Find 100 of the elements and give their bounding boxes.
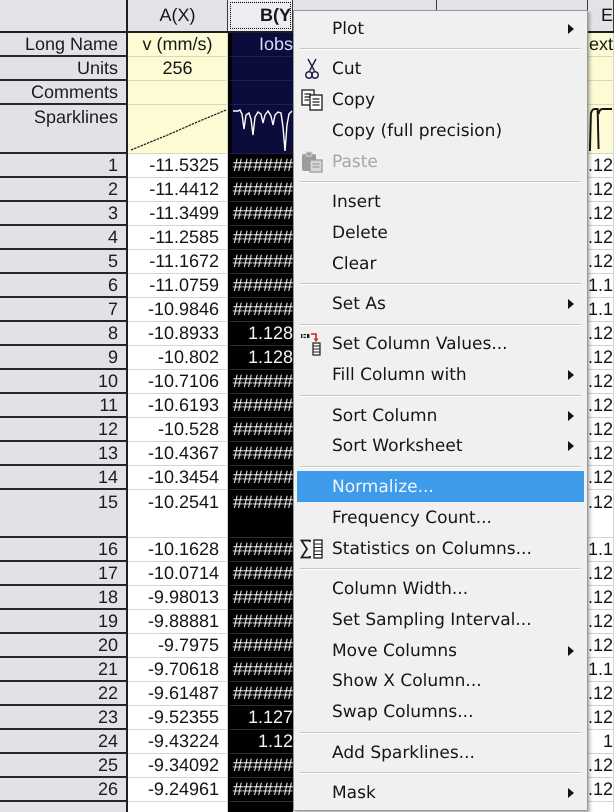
row-number: 2 — [0, 178, 128, 202]
table-cell: -11.0759 — [128, 274, 228, 298]
menu-item[interactable]: Show X Column... — [297, 666, 584, 697]
scissors-icon — [304, 58, 320, 80]
row-number: 5 — [0, 250, 128, 274]
clipboard-icon — [301, 150, 323, 173]
table-cell: .12 — [588, 346, 614, 370]
row-number: 23 — [0, 706, 128, 730]
table-cell: v (mm/s) — [128, 33, 228, 57]
table-cell: 256 — [128, 57, 228, 81]
menu-item[interactable]: Clear — [297, 248, 584, 280]
menu-item[interactable]: Plot — [297, 13, 584, 44]
copy-icon — [301, 89, 323, 111]
menu-item[interactable]: Add Sparklines... — [297, 737, 584, 768]
table-cell: -9.7975 — [128, 634, 228, 658]
table-cell: 1.12 — [228, 730, 293, 754]
row-number: 3 — [0, 202, 128, 226]
menu-item[interactable]: Delete — [297, 218, 584, 248]
table-cell: ###### — [228, 370, 293, 394]
table-cell: .12 — [588, 754, 614, 778]
table-cell: -11.1672 — [128, 250, 228, 274]
row-number: 7 — [0, 298, 128, 322]
table-cell: 1.1 — [588, 658, 614, 682]
table-cell: .12 — [588, 466, 614, 490]
table-cell: -9.61487 — [128, 682, 228, 706]
column-header[interactable]: B(Y — [228, 0, 293, 31]
table-cell: ###### — [228, 754, 293, 778]
table-cell: -9.24961 — [128, 778, 228, 802]
menu-item[interactable]: Frequency Count... — [297, 502, 584, 534]
table-cell: ###### — [228, 154, 293, 178]
table-cell: .12 — [588, 442, 614, 466]
table-cell: ###### — [228, 562, 293, 586]
menu-item[interactable]: Swap Columns... — [297, 696, 584, 728]
table-cell: .12 — [588, 490, 614, 538]
row-number: 20 — [0, 634, 128, 658]
table-cell: 1.128 — [228, 346, 293, 370]
menu-item[interactable]: Cut — [297, 54, 584, 85]
table-cell: -10.4367 — [128, 442, 228, 466]
menu-item[interactable]: Sort Worksheet — [297, 431, 584, 462]
table-cell: ###### — [228, 610, 293, 634]
menu-item[interactable]: Statistics on Columns... — [297, 533, 584, 564]
row-number: 10 — [0, 370, 128, 394]
table-cell: 1.127 — [228, 706, 293, 730]
table-cell: 1.1 — [588, 538, 614, 562]
table-cell: -9.52355 — [128, 706, 228, 730]
row-number: 25 — [0, 754, 128, 778]
table-cell: .12 — [588, 562, 614, 586]
table-cell: .12 — [588, 682, 614, 706]
row-label: Comments — [0, 81, 128, 105]
row-number: 19 — [0, 610, 128, 634]
row-number: 1 — [0, 154, 128, 178]
row-number: 16 — [0, 538, 128, 562]
table-cell: -10.1628 — [128, 538, 228, 562]
table-cell: ###### — [228, 634, 293, 658]
sigma-column-icon — [300, 538, 324, 559]
menu-item[interactable]: Set Column Values... — [297, 328, 584, 360]
table-cell: 1.1 — [588, 274, 614, 298]
menu-item[interactable]: Mask — [297, 778, 584, 808]
table-cell: -9.70618 — [128, 658, 228, 682]
row-number: 15 — [0, 490, 128, 538]
row-number: 17 — [0, 562, 128, 586]
table-cell: -11.2585 — [128, 226, 228, 250]
row-number: 9 — [0, 346, 128, 370]
table-cell: ext — [588, 33, 614, 57]
table-cell — [228, 57, 293, 81]
row-number: 12 — [0, 418, 128, 442]
table-cell: .12 — [588, 370, 614, 394]
table-cell: -11.3499 — [128, 202, 228, 226]
menu-item[interactable]: Copy — [297, 84, 584, 116]
table-cell: ###### — [228, 682, 293, 706]
row-number: 6 — [0, 274, 128, 298]
menu-item[interactable]: Sort Column — [297, 400, 584, 432]
table-cell: 1 — [588, 730, 614, 754]
table-cell: .12 — [588, 202, 614, 226]
table-cell: ###### — [228, 250, 293, 274]
table-cell: -9.34092 — [128, 754, 228, 778]
menu-item[interactable]: Insert — [297, 186, 584, 218]
table-cell: ###### — [228, 418, 293, 442]
table-cell: -9.88881 — [128, 610, 228, 634]
table-cell: .12 — [588, 610, 614, 634]
table-cell: -10.6193 — [128, 394, 228, 418]
menu-item[interactable]: Copy (full precision) — [297, 115, 584, 146]
table-cell: ###### — [228, 178, 293, 202]
menu-item[interactable]: Move Columns — [297, 635, 584, 666]
menu-item[interactable]: Column Width... — [297, 573, 584, 604]
row-number: 21 — [0, 658, 128, 682]
menu-item[interactable]: Fill Column with — [297, 360, 584, 391]
row-label: Sparklines — [0, 105, 128, 154]
table-cell: ###### — [228, 538, 293, 562]
menu-item[interactable]: Set As — [297, 288, 584, 320]
table-cell — [228, 802, 293, 812]
table-cell: .12 — [588, 154, 614, 178]
row-number: 8 — [0, 322, 128, 346]
row-number: 24 — [0, 730, 128, 754]
table-cell: -10.528 — [128, 418, 228, 442]
table-cell: -10.3454 — [128, 466, 228, 490]
table-cell: ###### — [228, 202, 293, 226]
table-cell: ###### — [228, 778, 293, 802]
menu-item[interactable]: Set Sampling Interval... — [297, 604, 584, 636]
table-cell: .12 — [588, 394, 614, 418]
